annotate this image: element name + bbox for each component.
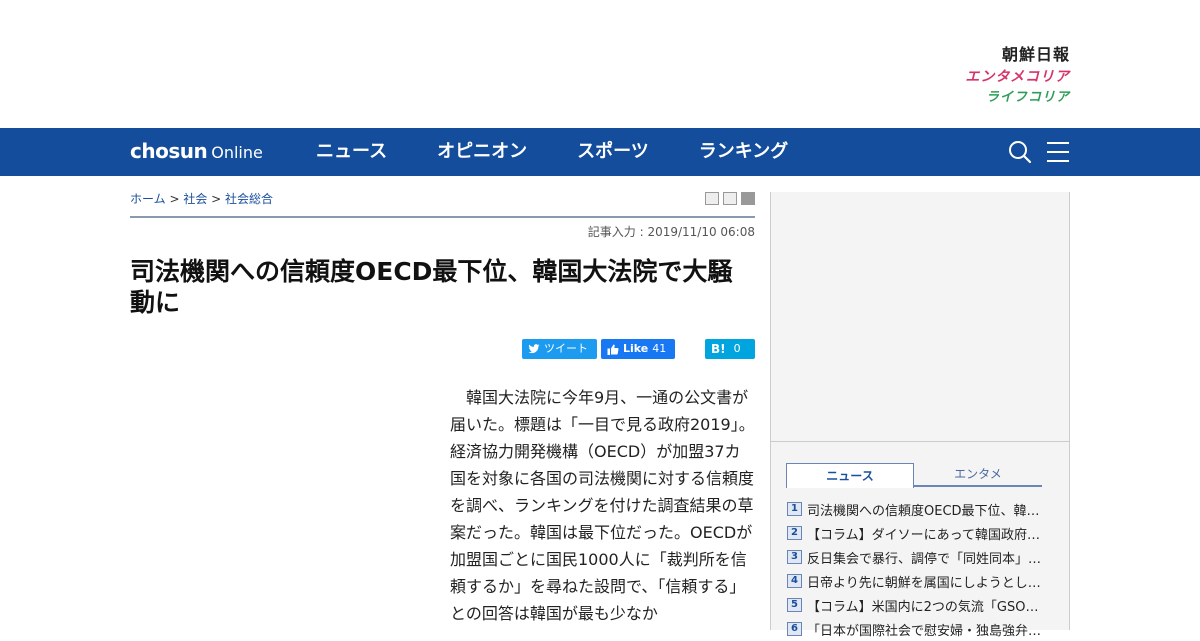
logo-sub: Online bbox=[211, 143, 263, 162]
hatena-icon: B! bbox=[711, 342, 726, 356]
list-item[interactable]: 4 日帝より先に朝鮮を属国にしようとし… bbox=[787, 569, 1047, 593]
tweet-button[interactable]: ツイート bbox=[522, 339, 597, 359]
article-headline: 司法機関への信頼度OECD最下位、韓国大法院で大騒動に bbox=[130, 257, 733, 317]
twitter-icon bbox=[528, 344, 540, 354]
list-item[interactable]: 5 【コラム】米国内に2つの気流「GSO… bbox=[787, 593, 1047, 617]
list-item[interactable]: 2 【コラム】ダイソーにあって韓国政府… bbox=[787, 521, 1047, 545]
article-body: 韓国大法院に今年9月、一通の公文書が届いた。標題は「一目で見る政府2019」。経… bbox=[450, 388, 755, 623]
facebook-like-button[interactable]: Like 41 bbox=[601, 339, 675, 359]
rank-number: 1 bbox=[787, 502, 802, 516]
back-icon[interactable] bbox=[741, 192, 755, 205]
rank-title: 【コラム】米国内に2つの気流「GSO… bbox=[807, 599, 1039, 615]
breadcrumb-subsection[interactable]: 社会総合 bbox=[225, 192, 273, 206]
sidebar: ニュース エンタメ 1 司法機関への信頼度OECD最下位、韓… 2 【コラム】ダイソ… bbox=[770, 192, 1070, 639]
menu-icon[interactable] bbox=[1046, 140, 1070, 164]
print-icon[interactable] bbox=[705, 192, 719, 205]
rank-title: 司法機関への信頼度OECD最下位、韓… bbox=[807, 503, 1040, 519]
tab-entame[interactable]: エンタメ bbox=[914, 463, 1042, 487]
rank-number: 3 bbox=[787, 550, 802, 564]
rank-number: 6 bbox=[787, 622, 802, 636]
rank-title: 【コラム】ダイソーにあって韓国政府… bbox=[807, 527, 1040, 543]
ad-area bbox=[771, 192, 1069, 442]
hatena-count: 0 bbox=[733, 342, 741, 355]
rank-title: 「日本が国際社会で慰安婦・独島強弁… bbox=[807, 623, 1042, 639]
breadcrumb-sep: > bbox=[207, 192, 226, 206]
entame-korea-link[interactable]: エンタメコリア bbox=[930, 66, 1070, 88]
tab-news[interactable]: ニュース bbox=[786, 463, 914, 488]
thumbs-up-icon bbox=[607, 344, 619, 355]
text-size-icon[interactable] bbox=[723, 192, 737, 205]
rank-title: 日帝より先に朝鮮を属国にしようとし… bbox=[807, 575, 1041, 591]
article-dateline: 記事入力 : 2019/11/10 06:08 bbox=[587, 225, 755, 239]
nav-item-ranking[interactable]: ランキング bbox=[699, 128, 788, 176]
chosun-ilbo-link[interactable]: 朝鮮日報 bbox=[930, 44, 1070, 66]
share-buttons: ツイート Like 41 B! 0 bbox=[522, 339, 755, 359]
brand-links: 朝鮮日報 エンタメコリア ライフコリア bbox=[930, 44, 1070, 108]
list-item[interactable]: 1 司法機関への信頼度OECD最下位、韓… bbox=[787, 497, 1047, 521]
ranking-list: 1 司法機関への信頼度OECD最下位、韓… 2 【コラム】ダイソーにあって韓国政府…… bbox=[787, 497, 1047, 641]
like-label: Like bbox=[623, 342, 649, 355]
nav-item-news[interactable]: ニュース bbox=[316, 128, 387, 176]
nav-item-sports[interactable]: スポーツ bbox=[577, 128, 649, 176]
tweet-label: ツイート bbox=[544, 342, 588, 355]
rank-title: 反日集会で暴行、調停で「同姓同本」… bbox=[807, 551, 1042, 567]
global-nav: chosun Online ニュース オピニオン スポーツ ランキング bbox=[0, 128, 1200, 176]
rank-number: 5 bbox=[787, 598, 802, 612]
nav-menu: ニュース オピニオン スポーツ ランキング bbox=[316, 128, 838, 176]
nav-icons bbox=[1008, 140, 1070, 164]
ranking-tabs: ニュース エンタメ bbox=[786, 463, 1042, 488]
list-item[interactable]: 3 反日集会で暴行、調停で「同姓同本」… bbox=[787, 545, 1047, 569]
breadcrumb-section[interactable]: 社会 bbox=[183, 192, 207, 206]
logo-main: chosun bbox=[130, 139, 208, 163]
site-logo[interactable]: chosun Online bbox=[130, 140, 263, 164]
breadcrumb-home[interactable]: ホーム bbox=[130, 192, 166, 206]
list-item[interactable]: 6 「日本が国際社会で慰安婦・独島強弁… bbox=[787, 617, 1047, 641]
breadcrumb: ホーム > 社会 > 社会総合 bbox=[130, 190, 273, 207]
like-count: 41 bbox=[652, 342, 667, 355]
search-icon[interactable] bbox=[1008, 140, 1032, 164]
article-tools bbox=[705, 192, 755, 205]
site-header: 朝鮮日報 エンタメコリア ライフコリア bbox=[0, 0, 1200, 128]
hatena-bookmark-button[interactable]: B! 0 bbox=[705, 339, 755, 359]
breadcrumb-sep: > bbox=[165, 192, 184, 206]
rank-number: 4 bbox=[787, 574, 802, 588]
rank-number: 2 bbox=[787, 526, 802, 540]
divider bbox=[130, 216, 755, 218]
life-korea-link[interactable]: ライフコリア bbox=[930, 88, 1070, 108]
nav-item-opinion[interactable]: オピニオン bbox=[437, 128, 527, 176]
